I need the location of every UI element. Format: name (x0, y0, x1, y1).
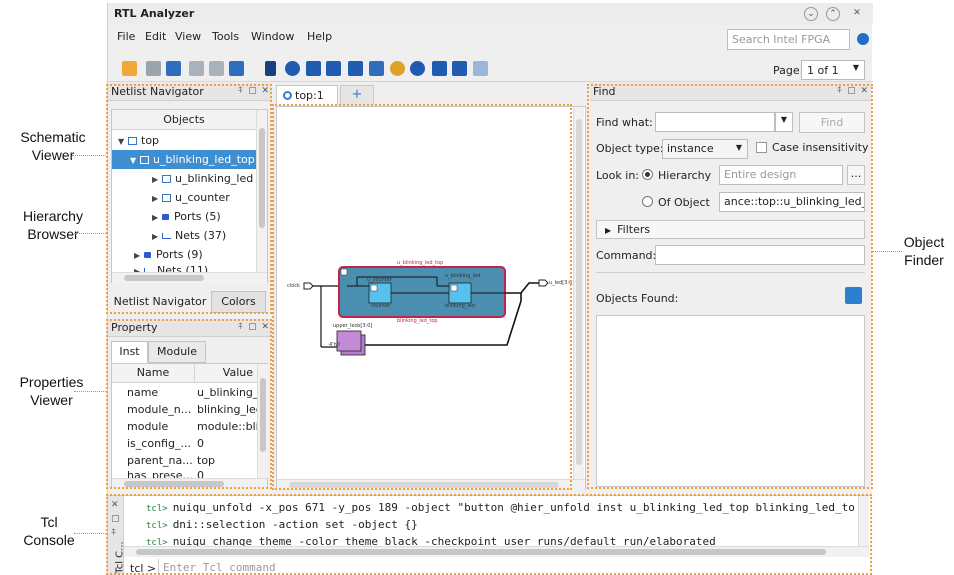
export-icon[interactable] (189, 61, 204, 76)
callout-object-finder: Object Finder (894, 233, 954, 269)
schematic-tab-label: top:1 (295, 89, 324, 102)
object-finder-outline (587, 84, 873, 489)
callout-text: Viewer (30, 392, 73, 408)
scroll-thumb[interactable] (576, 119, 582, 465)
zoom-icon[interactable] (285, 61, 300, 76)
tcl-console-outline (106, 494, 872, 575)
highlight-icon[interactable] (432, 61, 447, 76)
callout-leader (74, 233, 106, 234)
menu-edit[interactable]: Edit (145, 30, 166, 43)
minimize-icon[interactable]: ⌄ (804, 7, 818, 21)
callout-text: Schematic (20, 129, 86, 145)
globe-icon[interactable] (857, 33, 869, 45)
callout-text: Browser (27, 226, 79, 242)
maximize-icon[interactable]: ⌃ (826, 7, 840, 21)
pan-hand-icon[interactable] (348, 61, 363, 76)
title-bar: RTL Analyzer ⌄ ⌃ ✕ (108, 3, 873, 25)
callout-text: Properties (19, 374, 84, 390)
load-netlist-icon[interactable] (122, 61, 137, 76)
binoculars-icon[interactable] (229, 61, 244, 76)
callout-hierarchy-browser: Hierarchy Browser (8, 207, 98, 243)
page-value: 1 of 1 (807, 64, 839, 77)
callout-text: Hierarchy (23, 208, 83, 224)
menu-file[interactable]: File (117, 30, 135, 43)
callout-tcl-console: Tcl Console (14, 513, 84, 549)
schematic-view-icon (283, 91, 292, 100)
select-area-icon[interactable] (369, 61, 384, 76)
callout-leader (74, 391, 106, 392)
bookmark-icon[interactable] (452, 61, 467, 76)
callout-leader (872, 251, 902, 252)
callout-text: Finder (904, 252, 944, 268)
page-label: Page: (773, 64, 804, 77)
search-input[interactable]: Search Intel FPGA (727, 29, 850, 50)
callout-text: Tcl (40, 514, 58, 530)
list-icon[interactable] (473, 61, 488, 76)
fit-selection-icon[interactable] (326, 61, 341, 76)
callout-schematic-viewer: Schematic Viewer (8, 128, 98, 164)
schematic-vertical-scrollbar[interactable] (573, 107, 584, 479)
menu-view[interactable]: View (175, 30, 201, 43)
menu-window[interactable]: Window (251, 30, 294, 43)
select-pointer-icon[interactable] (265, 61, 276, 76)
fit-icon[interactable] (306, 61, 321, 76)
add-tab-button[interactable]: + (340, 85, 374, 105)
new-view-icon[interactable] (146, 61, 161, 76)
properties-viewer-outline (106, 319, 272, 489)
schematic-viewer-outline (272, 104, 572, 490)
chevron-down-icon: ▼ (852, 63, 859, 72)
callout-leader (74, 533, 106, 534)
hierarchy-browser-outline (106, 84, 272, 314)
close-icon[interactable]: ✕ (850, 7, 864, 21)
tab-top-1[interactable]: top:1 (276, 85, 338, 105)
page-select[interactable]: 1 of 1 ▼ (801, 60, 865, 80)
window-title: RTL Analyzer (114, 7, 195, 20)
callout-text: Object (903, 234, 945, 250)
refresh-icon[interactable] (166, 61, 181, 76)
color-icon[interactable] (390, 61, 405, 76)
import-icon[interactable] (209, 61, 224, 76)
toolbar: Page: 1 of 1 ▼ (108, 56, 873, 82)
menu-tools[interactable]: Tools (212, 30, 239, 43)
settings-gear-icon[interactable] (410, 61, 425, 76)
menu-bar: File Edit View Tools Window Help Search … (108, 25, 873, 50)
menu-help[interactable]: Help (307, 30, 332, 43)
